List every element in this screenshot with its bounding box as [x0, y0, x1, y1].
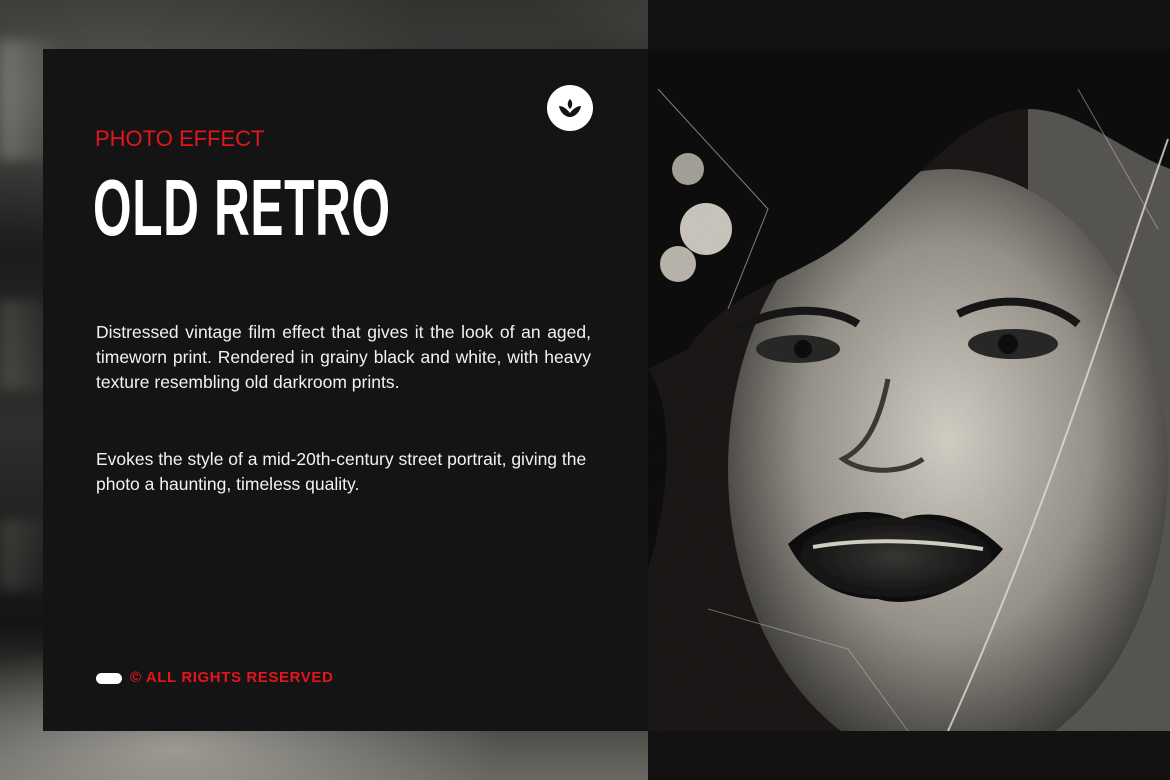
logo-mark-icon [559, 99, 581, 117]
photo-effect-label: PHOTO EFFECT [95, 126, 265, 151]
description-paragraph: Distressed vintage film effect that give… [96, 322, 591, 392]
brand-logo-icon [547, 85, 593, 131]
retro-portrait-photo [648, 49, 1170, 731]
canvas: PHOTO EFFECT OLD RETRO Distressed vintag… [0, 0, 1170, 780]
description-paragraph: Evokes the style of a mid-20th-century s… [96, 449, 587, 494]
effect-title: OLD RETRO [93, 163, 391, 252]
portrait-illustration [648, 49, 1170, 731]
pill-icon [96, 673, 122, 684]
copyright-text: © ALL RIGHTS RESERVED [130, 669, 334, 686]
